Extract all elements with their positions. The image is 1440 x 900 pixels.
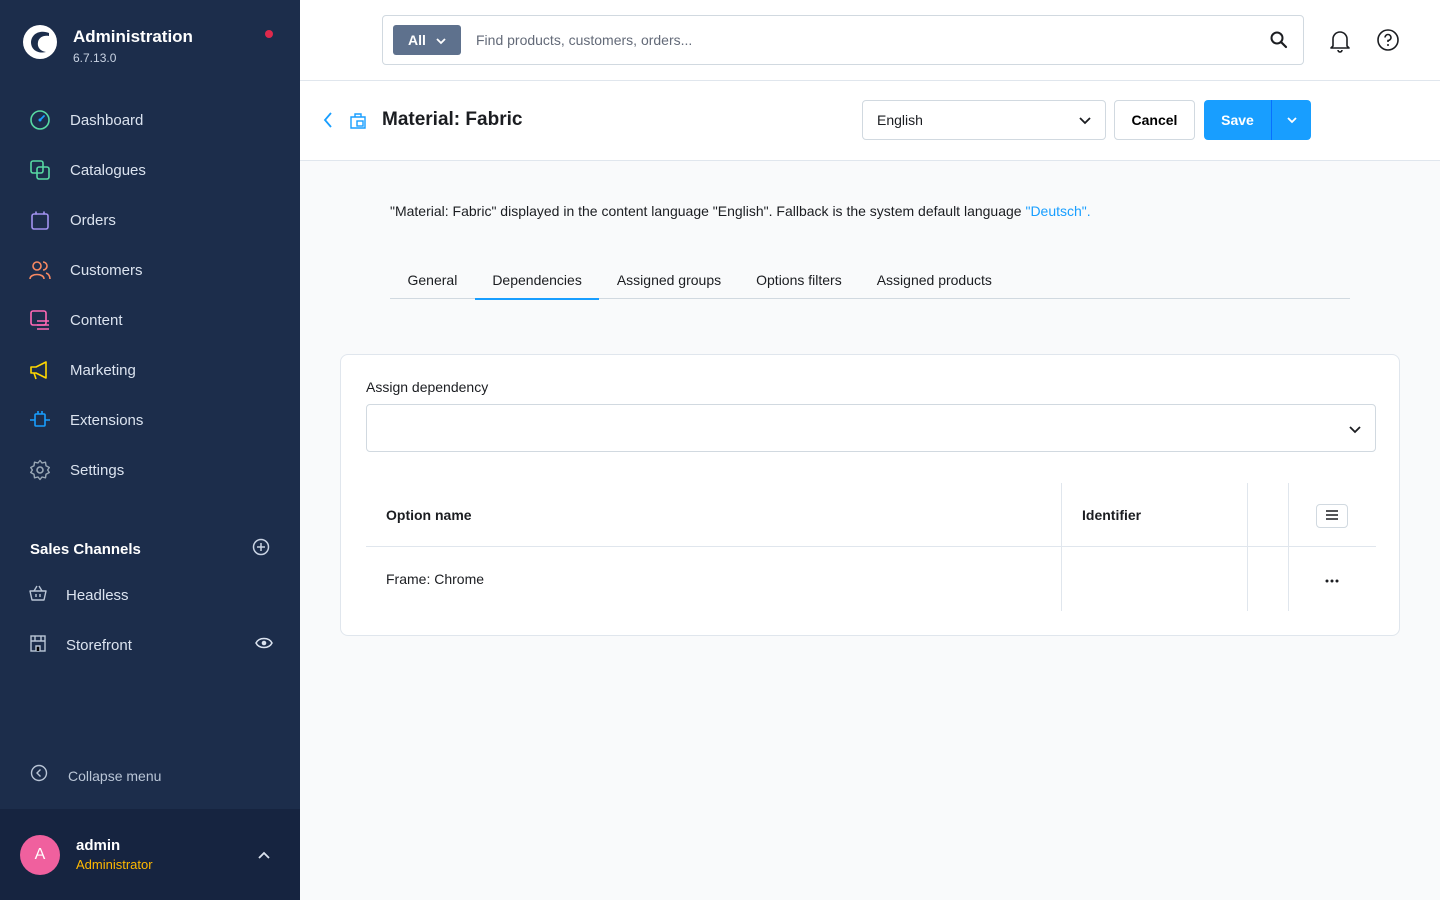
language-select[interactable]: English: [862, 100, 1106, 140]
sales-channels-title: Sales Channels: [30, 541, 141, 558]
orders-icon: [28, 208, 52, 232]
eye-icon[interactable]: [255, 636, 273, 654]
chevron-down-icon: [1286, 111, 1297, 129]
dependencies-grid: Option name Identifier Frame: Chrome: [366, 483, 1376, 611]
sales-channel-headless[interactable]: Headless: [28, 575, 273, 615]
table-row: Frame: Chrome: [366, 547, 1376, 611]
catalogues-icon: [28, 158, 52, 182]
tab-assigned-groups[interactable]: Assigned groups: [599, 260, 738, 299]
nav-item-label: Catalogues: [70, 161, 146, 179]
nav-item-label: Settings: [70, 461, 125, 479]
column-header-option-name[interactable]: Option name: [386, 483, 472, 547]
app-version: 6.7.13.0: [73, 51, 117, 65]
content-icon: [28, 308, 52, 332]
avatar: A: [20, 834, 60, 875]
tab-options-filters[interactable]: Options filters: [739, 260, 860, 299]
nav-item-label: Orders: [70, 211, 116, 229]
extensions-icon: [28, 408, 52, 432]
row-context-menu-button[interactable]: [1316, 567, 1348, 591]
tab-general[interactable]: General: [390, 260, 475, 299]
help-icon[interactable]: [1376, 28, 1400, 57]
nav-item-content[interactable]: Content: [0, 295, 300, 345]
language-info-text: "Material: Fabric" displayed in the cont…: [390, 203, 1091, 219]
dependencies-card: Assign dependency Option name Identifier…: [340, 354, 1400, 636]
tab-assigned-products[interactable]: Assigned products: [859, 260, 1009, 299]
cancel-button[interactable]: Cancel: [1114, 100, 1195, 140]
search-type-dropdown[interactable]: All: [393, 25, 461, 55]
nav-item-dashboard[interactable]: Dashboard: [0, 95, 300, 145]
column-divider: [1288, 547, 1289, 611]
grid-header: Option name Identifier: [366, 483, 1376, 547]
nav-item-orders[interactable]: Orders: [0, 195, 300, 245]
fallback-language-link[interactable]: "Deutsch".: [1025, 203, 1090, 219]
nav-item-label: Customers: [70, 261, 143, 279]
save-button[interactable]: Save: [1204, 100, 1271, 140]
nav-item-label: Dashboard: [70, 111, 144, 129]
more-horizontal-icon: [1325, 570, 1339, 588]
global-search: All: [382, 15, 1304, 65]
basket-icon: [28, 583, 48, 608]
column-divider: [1288, 483, 1289, 547]
sidebar: Administration 6.7.13.0 Dashboard Catalo…: [0, 0, 300, 900]
nav-item-settings[interactable]: Settings: [0, 445, 300, 495]
language-info-message: "Material: Fabric" displayed in the cont…: [390, 203, 1026, 219]
shopware-logo-icon: [23, 25, 57, 59]
chevron-down-icon: [436, 32, 446, 48]
top-bar: All: [300, 0, 1440, 81]
search-type-label: All: [408, 32, 426, 48]
nav-item-catalogues[interactable]: Catalogues: [0, 145, 300, 195]
brand: Administration 6.7.13.0: [22, 24, 193, 65]
column-divider: [1061, 547, 1062, 611]
nav-item-label: Extensions: [70, 411, 144, 429]
chevron-down-icon: [1349, 421, 1361, 439]
chevron-down-icon: [1079, 112, 1091, 128]
sales-channels-header: Sales Channels: [30, 538, 270, 561]
chevron-left-circle-icon: [30, 764, 48, 787]
nav-item-extensions[interactable]: Extensions: [0, 395, 300, 445]
back-arrow-icon[interactable]: [322, 111, 334, 134]
dashboard-icon: [28, 108, 52, 132]
tab-dependencies[interactable]: Dependencies: [474, 260, 600, 300]
collapse-menu-button[interactable]: Collapse menu: [30, 764, 161, 787]
grid-settings-button[interactable]: [1316, 504, 1348, 528]
sales-channel-label: Headless: [66, 586, 129, 604]
search-icon[interactable]: [1269, 30, 1289, 55]
add-sales-channel-icon[interactable]: [252, 538, 270, 561]
nav-item-marketing[interactable]: Marketing: [0, 345, 300, 395]
property-group-icon: [348, 111, 368, 136]
page-title: Material: Fabric: [382, 109, 523, 130]
bell-icon[interactable]: [1328, 28, 1352, 58]
save-options-button[interactable]: [1271, 100, 1311, 140]
search-input[interactable]: [476, 32, 1236, 48]
language-select-value: English: [877, 112, 923, 128]
option-name-cell: Frame: Chrome: [386, 571, 485, 587]
column-divider: [1061, 483, 1062, 547]
chevron-up-icon[interactable]: [258, 846, 270, 864]
user-name: admin: [76, 837, 121, 854]
main-nav: Dashboard Catalogues Orders Customers Co…: [0, 95, 300, 495]
column-divider: [1247, 547, 1248, 611]
customers-icon: [28, 258, 52, 282]
nav-item-label: Marketing: [70, 361, 136, 379]
assign-dependency-select[interactable]: [366, 404, 1376, 452]
user-role: Administrator: [76, 857, 153, 872]
marketing-icon: [28, 358, 52, 382]
page-header: Material: Fabric English Cancel Save: [300, 81, 1440, 161]
storefront-icon: [28, 633, 48, 658]
assign-dependency-label: Assign dependency: [366, 379, 489, 395]
notification-dot: [265, 30, 273, 38]
save-button-group: Save: [1204, 100, 1311, 140]
sales-channel-label: Storefront: [66, 636, 132, 654]
menu-icon: [1326, 507, 1338, 525]
column-divider: [1247, 483, 1248, 547]
tab-bar: General Dependencies Assigned groups Opt…: [390, 260, 1350, 300]
user-menu[interactable]: A admin Administrator: [0, 809, 300, 900]
collapse-menu-label: Collapse menu: [68, 767, 162, 784]
settings-icon: [28, 458, 52, 482]
column-header-identifier[interactable]: Identifier: [1082, 483, 1141, 547]
app-title: Administration: [73, 27, 193, 46]
nav-item-customers[interactable]: Customers: [0, 245, 300, 295]
nav-item-label: Content: [70, 311, 123, 329]
sales-channel-storefront[interactable]: Storefront: [28, 625, 273, 665]
